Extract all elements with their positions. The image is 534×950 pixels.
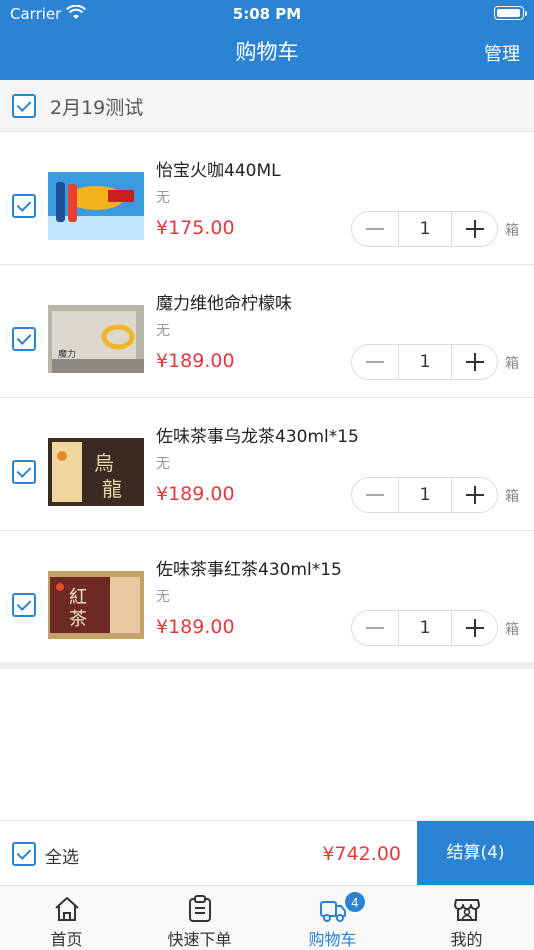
product-thumbnail[interactable]: 魔力 xyxy=(48,305,144,373)
status-bar: Carrier 5:08 PM xyxy=(0,0,534,28)
quantity-stepper: 1 xyxy=(351,344,498,380)
product-thumbnail[interactable]: 紅 茶 xyxy=(48,571,144,639)
checkout-button[interactable]: 结算(4) xyxy=(417,821,534,886)
product-thumbnail[interactable]: 烏 龍 xyxy=(48,438,144,506)
section-divider xyxy=(0,662,534,669)
tab-label: 快速下单 xyxy=(167,930,232,949)
tab-mine[interactable]: 我的 xyxy=(400,886,533,950)
tab-home[interactable]: 首页 xyxy=(0,886,133,950)
quantity-stepper: 1 xyxy=(351,610,498,646)
unit-label: 箱 xyxy=(505,489,519,505)
decrease-button[interactable] xyxy=(352,478,399,512)
increase-button[interactable] xyxy=(451,212,497,246)
item-checkbox[interactable] xyxy=(12,460,36,484)
increase-button[interactable] xyxy=(451,345,497,379)
clock: 5:08 PM xyxy=(232,5,302,23)
item-spec: 无 xyxy=(156,456,170,472)
thumbnail-char-1: 紅 xyxy=(69,587,87,608)
item-checkbox[interactable] xyxy=(12,593,36,617)
unit-label: 箱 xyxy=(505,356,519,372)
item-name: 佐味茶事乌龙茶430ml*15 xyxy=(156,427,359,447)
item-name: 怡宝火咖440ML xyxy=(156,161,281,181)
thumbnail-char-1: 烏 xyxy=(94,451,114,475)
item-spec: 无 xyxy=(156,589,170,605)
tab-label: 首页 xyxy=(50,930,83,949)
item-price: ¥189.00 xyxy=(156,483,235,505)
battery-icon xyxy=(494,6,527,20)
decrease-button[interactable] xyxy=(352,345,399,379)
home-icon xyxy=(54,897,79,921)
item-checkbox[interactable] xyxy=(12,194,36,218)
cart-item: 烏 龍 佐味茶事乌龙茶430ml*15 无 ¥189.00 1 箱 xyxy=(0,398,534,531)
decrease-button[interactable] xyxy=(352,611,399,645)
unit-label: 箱 xyxy=(505,223,519,239)
truck-icon xyxy=(319,901,346,922)
quantity-stepper: 1 xyxy=(351,477,498,513)
quantity-stepper: 1 xyxy=(351,211,498,247)
select-all-checkbox[interactable] xyxy=(12,842,36,866)
tab-quick-order[interactable]: 快速下单 xyxy=(133,886,266,950)
group-checkbox[interactable] xyxy=(12,94,36,118)
clipboard-icon xyxy=(188,895,211,922)
quantity-value[interactable]: 1 xyxy=(399,345,451,379)
cart-item: 紅 茶 佐味茶事红茶430ml*15 无 ¥189.00 1 箱 xyxy=(0,531,534,664)
quantity-value[interactable]: 1 xyxy=(399,611,451,645)
tab-cart[interactable]: 4 购物车 xyxy=(266,886,399,950)
select-all-label[interactable]: 全选 xyxy=(45,843,79,868)
item-price: ¥189.00 xyxy=(156,616,235,638)
nav-header: Carrier 5:08 PM 购物车 管理 xyxy=(0,0,534,80)
page-title: 购物车 xyxy=(235,40,299,64)
group-title: 2月19测试 xyxy=(50,97,144,119)
item-checkbox[interactable] xyxy=(12,327,36,351)
cart-item: 怡宝火咖440ML 无 ¥175.00 1 箱 xyxy=(0,132,534,265)
quantity-value[interactable]: 1 xyxy=(399,212,451,246)
item-price: ¥189.00 xyxy=(156,350,235,372)
quantity-value[interactable]: 1 xyxy=(399,478,451,512)
cart-item: 魔力 魔力维他命柠檬味 无 ¥189.00 1 箱 xyxy=(0,265,534,398)
cart-count-badge: 4 xyxy=(344,891,366,913)
item-price: ¥175.00 xyxy=(156,217,235,239)
decrease-button[interactable] xyxy=(352,212,399,246)
tab-bar: 首页 快速下单 4 购物车 我的 xyxy=(0,885,534,950)
item-name: 魔力维他命柠檬味 xyxy=(156,294,292,314)
thumbnail-char-2: 茶 xyxy=(69,609,87,630)
thumbnail-brand-text: 魔力 xyxy=(58,348,76,360)
item-spec: 无 xyxy=(156,323,170,339)
product-thumbnail[interactable] xyxy=(48,172,144,240)
store-user-icon xyxy=(453,899,480,921)
manage-button[interactable]: 管理 xyxy=(484,40,520,66)
increase-button[interactable] xyxy=(451,478,497,512)
store-group-header: 2月19测试 xyxy=(0,80,534,132)
total-price: ¥742.00 xyxy=(322,843,401,865)
thumbnail-char-2: 龍 xyxy=(102,477,122,501)
unit-label: 箱 xyxy=(505,622,519,638)
item-name: 佐味茶事红茶430ml*15 xyxy=(156,560,342,580)
tab-label: 购物车 xyxy=(308,930,357,949)
tab-label: 我的 xyxy=(450,930,483,949)
increase-button[interactable] xyxy=(451,611,497,645)
item-spec: 无 xyxy=(156,190,170,206)
checkout-bar: 全选 ¥742.00 结算(4) xyxy=(0,820,534,886)
